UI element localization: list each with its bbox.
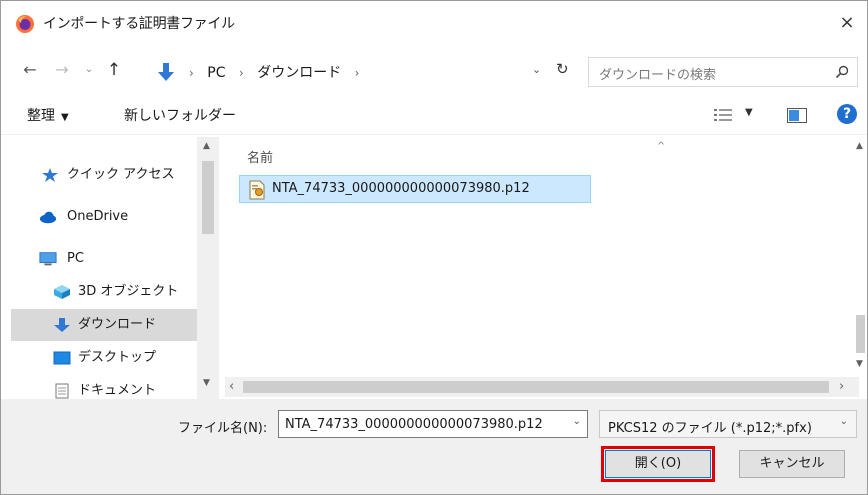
sidebar-item-onedrive[interactable]: OneDrive [11, 201, 197, 233]
title-bar: インポートする証明書ファイル × [1, 1, 867, 45]
view-dropdown-icon[interactable]: ▼ [745, 107, 753, 118]
chevron-down-icon: ⌄ [839, 416, 848, 427]
open-button[interactable]: 開く(O) [605, 450, 711, 478]
sidebar-item-label: デスクトップ [78, 350, 157, 365]
breadcrumb-item-pc[interactable]: PC [207, 65, 225, 81]
star-icon [42, 168, 58, 182]
cancel-button[interactable]: キャンセル [739, 450, 845, 478]
column-header-name[interactable]: 名前 [247, 147, 273, 166]
chevron-down-icon[interactable]: ⌄ [573, 416, 581, 427]
sidebar-item-label: OneDrive [67, 209, 129, 224]
search-placeholder: ダウンロードの検索 [599, 68, 717, 83]
navigation-pane-scrollbar[interactable]: ▲ ▼ [197, 137, 219, 399]
window-title: インポートする証明書ファイル [43, 16, 235, 32]
organize-label: 整理 [27, 108, 55, 124]
sidebar-item-desktop[interactable]: デスクトップ [11, 342, 197, 374]
sidebar-item-label: PC [67, 251, 84, 266]
view-options-icon[interactable] [714, 108, 732, 122]
cube-icon [54, 285, 70, 299]
scrollbar-thumb[interactable] [202, 161, 214, 234]
download-folder-icon [158, 63, 174, 81]
address-bar[interactable]: › PC › ダウンロード › ⌄ ↻ [151, 57, 579, 85]
filename-value: NTA_74733_000000000000073980.p12 [285, 417, 543, 432]
firefox-icon [16, 15, 34, 33]
organize-button[interactable]: 整理 ▼ [27, 105, 69, 125]
command-toolbar: 整理 ▼ 新しいフォルダー ▼ ? [1, 95, 867, 135]
scrollbar-thumb[interactable] [243, 381, 829, 393]
desktop-icon [53, 351, 71, 365]
sidebar-item-label: ダウンロード [78, 317, 157, 332]
recent-locations-button[interactable]: ⌄ [79, 53, 99, 87]
up-button[interactable]: ↑ [103, 53, 125, 87]
breadcrumb-separator: › [354, 66, 360, 80]
filename-label: ファイル名(N): [178, 421, 268, 436]
cloud-icon [39, 211, 57, 224]
scroll-up-icon[interactable]: ▲ [203, 141, 210, 151]
navigation-row: ← → ⌄ ↑ › PC › ダウンロード › ⌄ ↻ ダウンロードの検索 [1, 53, 867, 87]
sort-ascending-icon: ^ [657, 141, 666, 152]
search-input[interactable]: ダウンロードの検索 [588, 57, 858, 87]
file-name: NTA_74733_000000000000073980.p12 [272, 181, 530, 196]
file-open-dialog: インポートする証明書ファイル × ← → ⌄ ↑ › PC › ダウンロード ›… [0, 0, 868, 495]
scroll-left-icon[interactable]: ‹ [229, 379, 234, 394]
search-icon [835, 65, 849, 79]
sidebar-item-pc[interactable]: PC [11, 243, 197, 275]
address-dropdown-button[interactable]: ⌄ [532, 63, 541, 76]
breadcrumb: › PC › ダウンロード › [180, 62, 368, 82]
scroll-up-icon[interactable]: ▲ [856, 141, 863, 151]
scroll-right-icon[interactable]: › [839, 379, 844, 394]
file-list: 名前 ^ NTA_74733_000000000000073980.p12 [225, 137, 859, 377]
computer-icon [39, 252, 57, 266]
download-icon [54, 318, 70, 332]
filename-field[interactable]: NTA_74733_000000000000073980.p12 ⌄ [278, 410, 588, 438]
dialog-footer: ファイル名(N): NTA_74733_000000000000073980.p… [1, 399, 867, 494]
preview-pane-icon[interactable] [787, 108, 807, 123]
sidebar-item-downloads[interactable]: ダウンロード [11, 309, 197, 341]
chevron-down-icon: ▼ [61, 112, 69, 123]
document-icon [55, 383, 69, 399]
refresh-icon[interactable]: ↻ [556, 60, 569, 78]
breadcrumb-separator: › [189, 66, 194, 80]
file-type-value: PKCS12 のファイル (*.p12;*.pfx) [608, 421, 812, 436]
file-list-scrollbar[interactable]: ▲ ▼ [853, 137, 867, 377]
horizontal-scrollbar[interactable]: ‹ › [225, 377, 859, 397]
breadcrumb-separator: › [238, 66, 244, 80]
navigation-pane: クイック アクセス OneDrive PC 3D オブジェクト ダウンロード デ… [11, 137, 219, 399]
help-button[interactable]: ? [837, 104, 857, 124]
new-folder-button[interactable]: 新しいフォルダー [124, 105, 236, 125]
certificate-file-icon [249, 180, 265, 200]
sidebar-item-3d-objects[interactable]: 3D オブジェクト [11, 276, 197, 308]
scroll-down-icon[interactable]: ▼ [856, 359, 863, 369]
sidebar-item-label: 3D オブジェクト [78, 284, 179, 299]
forward-button[interactable]: → [49, 53, 75, 87]
list-item[interactable]: NTA_74733_000000000000073980.p12 [239, 175, 591, 203]
close-button[interactable]: × [833, 9, 861, 37]
sidebar-item-label: クイック アクセス [67, 167, 175, 182]
breadcrumb-item-downloads[interactable]: ダウンロード [257, 65, 341, 81]
scroll-down-icon[interactable]: ▼ [203, 378, 210, 388]
sidebar-item-quick-access[interactable]: クイック アクセス [11, 159, 197, 191]
back-button[interactable]: ← [17, 53, 43, 87]
scrollbar-thumb[interactable] [856, 315, 865, 353]
file-type-select[interactable]: PKCS12 のファイル (*.p12;*.pfx) ⌄ [599, 410, 857, 438]
